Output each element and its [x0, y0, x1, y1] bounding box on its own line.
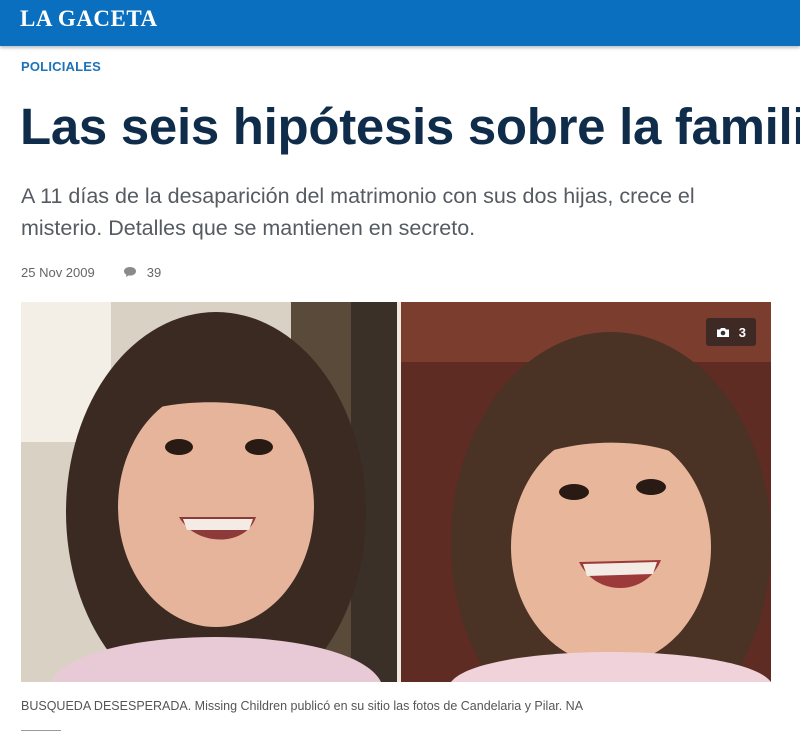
- photo-image: [21, 302, 771, 682]
- section-link[interactable]: POLICIALES: [21, 59, 101, 74]
- article-photo[interactable]: 3: [21, 302, 771, 682]
- comment-count[interactable]: 39: [147, 265, 161, 280]
- photo-caption: BUSQUEDA DESESPERADA. Missing Children p…: [21, 699, 584, 713]
- top-navbar: LA GACETA: [0, 0, 800, 46]
- article-meta: 25 Nov 2009 39: [21, 263, 161, 281]
- camera-icon: [716, 327, 729, 337]
- page: LA GACETA POLICIALES Las seis hipótesis …: [0, 0, 800, 733]
- divider: [21, 730, 61, 731]
- comment-icon[interactable]: [123, 266, 137, 278]
- gallery-badge[interactable]: 3: [705, 318, 756, 346]
- gallery-count: 3: [738, 324, 746, 340]
- publish-date: 25 Nov 2009: [21, 264, 95, 280]
- site-logo[interactable]: LA GACETA: [20, 6, 158, 32]
- article-subtitle: A 11 días de la desaparición del matrimo…: [21, 184, 695, 240]
- article-title: Las seis hipótesis sobre la familia Poma…: [20, 98, 800, 155]
